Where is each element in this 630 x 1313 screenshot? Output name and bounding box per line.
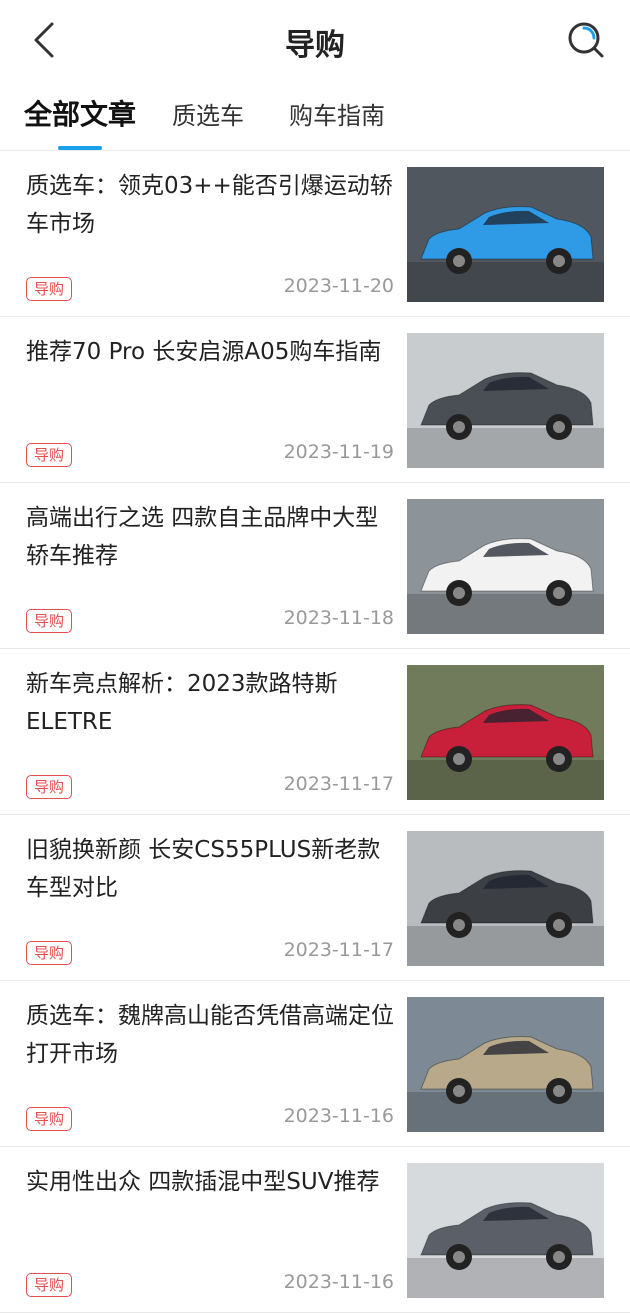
car-image <box>407 499 604 634</box>
article-tag: 导购 <box>26 775 72 799</box>
active-tab-indicator <box>58 146 102 150</box>
car-image <box>407 831 604 966</box>
tab-buying-guide[interactable]: 购车指南 <box>289 96 385 131</box>
article-date: 2023-11-16 <box>283 1105 394 1127</box>
article-item[interactable]: 推荐70 Pro 长安启源A05购车指南 导购 2023-11-19 <box>0 317 630 483</box>
article-item[interactable]: 实用性出众 四款插混中型SUV推荐 导购 2023-11-16 <box>0 1147 630 1313</box>
article-thumbnail <box>407 997 604 1132</box>
article-tag: 导购 <box>26 941 72 965</box>
article-title: 质选车：领克03++能否引爆运动轿车市场 <box>26 173 393 237</box>
article-item[interactable]: 质选车：领克03++能否引爆运动轿车市场 导购 2023-11-20 <box>0 151 630 317</box>
article-item[interactable]: 高端出行之选 四款自主品牌中大型轿车推荐 导购 2023-11-18 <box>0 483 630 649</box>
search-button[interactable] <box>566 20 606 60</box>
category-tabs: 全部文章 质选车 购车指南 <box>0 84 630 151</box>
article-item[interactable]: 新车亮点解析：2023款路特斯ELETRE 导购 2023-11-17 <box>0 649 630 815</box>
car-image <box>407 665 604 800</box>
article-item[interactable]: 质选车：魏牌高山能否凭借高端定位打开市场 导购 2023-11-16 <box>0 981 630 1147</box>
article-date: 2023-11-17 <box>283 939 394 961</box>
article-tag: 导购 <box>26 1107 72 1131</box>
article-tag: 导购 <box>26 277 72 301</box>
page-title: 导购 <box>285 28 345 63</box>
article-thumbnail <box>407 1163 604 1298</box>
article-date: 2023-11-17 <box>283 773 394 795</box>
car-image <box>407 1163 604 1298</box>
article-title: 推荐70 Pro 长安启源A05购车指南 <box>26 339 382 365</box>
article-tag: 导购 <box>26 609 72 633</box>
car-image <box>407 997 604 1132</box>
tab-all-articles[interactable]: 全部文章 <box>24 93 136 133</box>
article-thumbnail <box>407 665 604 800</box>
article-tag: 导购 <box>26 443 72 467</box>
article-title: 高端出行之选 四款自主品牌中大型轿车推荐 <box>26 505 379 569</box>
top-bar: 导购 <box>0 0 630 82</box>
article-title: 新车亮点解析：2023款路特斯ELETRE <box>26 671 338 735</box>
article-date: 2023-11-19 <box>283 441 394 463</box>
article-title: 质选车：魏牌高山能否凭借高端定位打开市场 <box>26 1003 394 1067</box>
article-title: 实用性出众 四款插混中型SUV推荐 <box>26 1169 380 1195</box>
article-date: 2023-11-18 <box>283 607 394 629</box>
search-icon <box>568 22 604 58</box>
car-image <box>407 333 604 468</box>
article-thumbnail <box>407 831 604 966</box>
tab-quality-cars[interactable]: 质选车 <box>172 96 244 131</box>
car-image <box>407 167 604 302</box>
article-date: 2023-11-20 <box>283 275 394 297</box>
article-thumbnail <box>407 499 604 634</box>
article-date: 2023-11-16 <box>283 1271 394 1293</box>
article-item[interactable]: 旧貌换新颜 长安CS55PLUS新老款车型对比 导购 2023-11-17 <box>0 815 630 981</box>
article-list: 质选车：领克03++能否引爆运动轿车市场 导购 2023-11-20 推荐70 … <box>0 151 630 1313</box>
article-tag: 导购 <box>26 1273 72 1297</box>
article-title: 旧貌换新颜 长安CS55PLUS新老款车型对比 <box>26 837 381 901</box>
article-thumbnail <box>407 167 604 302</box>
article-thumbnail <box>407 333 604 468</box>
